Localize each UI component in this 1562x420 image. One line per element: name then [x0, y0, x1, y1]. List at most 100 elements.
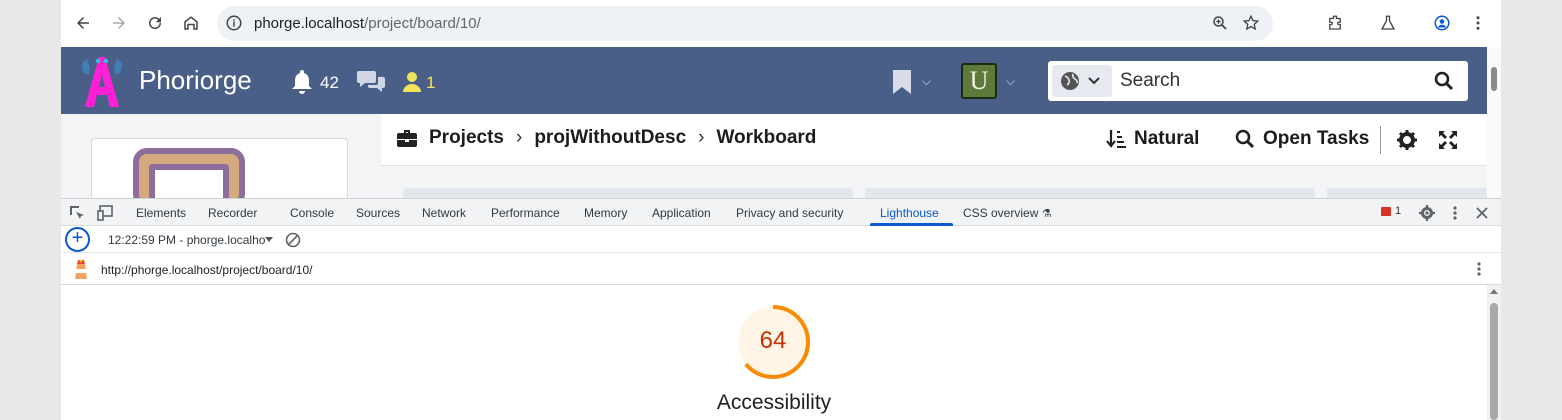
tab-memory[interactable]: Memory: [584, 206, 627, 220]
app-header: Phoriorge 42 1 ⌵ U ⌵ Search: [61, 47, 1487, 114]
page-body: Projects › projWithoutDesc › Workboard N…: [61, 114, 1487, 208]
score-value: 64: [759, 327, 787, 354]
page-scrollbar[interactable]: [1487, 47, 1501, 198]
home-button[interactable]: [177, 8, 205, 38]
crumb-bar: Projects › projWithoutDesc › Workboard N…: [381, 114, 1487, 166]
profile-icon: [1434, 15, 1450, 31]
url-text[interactable]: phorge.localhost/project/board/10/: [254, 15, 481, 32]
back-arrow-icon: [77, 17, 89, 29]
scrollbar-thumb[interactable]: [1490, 303, 1498, 420]
close-icon[interactable]: [1474, 205, 1490, 221]
chevron-down-icon: ⌵: [1006, 74, 1016, 88]
globe-icon: [1061, 72, 1079, 90]
lighthouse-controls: + 12:22:59 PM - phorge.localho: [61, 226, 1501, 253]
labs-button[interactable]: [1374, 8, 1402, 38]
forward-arrow-icon: [113, 17, 125, 29]
divider: [1380, 126, 1381, 154]
breadcrumb-project[interactable]: projWithoutDesc: [534, 127, 686, 149]
lighthouse-logo-icon: [75, 259, 87, 279]
kebab-menu-icon[interactable]: [1471, 261, 1487, 277]
filter-label: Open Tasks: [1263, 128, 1370, 149]
chevron-down-icon: [1088, 77, 1100, 85]
clear-icon[interactable]: [285, 232, 301, 248]
tab-application[interactable]: Application: [652, 206, 711, 220]
category-title: Accessibility: [716, 391, 832, 414]
filter-button[interactable]: Open Tasks: [1235, 128, 1369, 150]
bookmark-star-icon[interactable]: [1242, 14, 1260, 32]
expand-icon[interactable]: [1438, 130, 1458, 150]
tab-network[interactable]: Network: [422, 206, 466, 220]
url-path: /project/board/10/: [364, 15, 481, 32]
url-host: phorge.localhost: [254, 15, 365, 32]
gear-icon[interactable]: [1397, 130, 1417, 150]
scrollbar-thumb[interactable]: [1491, 67, 1497, 91]
issues-badge[interactable]: 1: [1381, 205, 1401, 217]
search-scope-button[interactable]: [1052, 65, 1112, 97]
puzzle-icon: [1329, 15, 1341, 30]
report-scrollbar[interactable]: [1487, 285, 1501, 420]
back-button[interactable]: [69, 8, 97, 38]
forward-button[interactable]: [105, 8, 133, 38]
browser-menu-button[interactable]: [1464, 8, 1492, 38]
inspect-element-icon[interactable]: [69, 205, 85, 221]
kebab-menu-icon: [1476, 16, 1480, 30]
reload-button[interactable]: [141, 8, 169, 38]
search-icon[interactable]: [1434, 71, 1454, 91]
site-info-icon[interactable]: [225, 14, 243, 32]
app-brand[interactable]: Phoriorge: [139, 65, 252, 96]
tab-lighthouse[interactable]: Lighthouse: [880, 206, 939, 220]
bookmarks-menu[interactable]: [891, 69, 913, 100]
chevron-right-icon: ›: [698, 127, 705, 148]
sort-icon: [1106, 130, 1126, 148]
breadcrumb-workboard[interactable]: Workboard: [716, 127, 816, 149]
breadcrumb-projects[interactable]: Projects: [429, 127, 504, 149]
breadcrumb: Projects › projWithoutDesc › Workboard: [397, 127, 816, 149]
tab-privacy-security[interactable]: Privacy and security: [736, 206, 843, 220]
issues-count: 1: [1395, 205, 1402, 217]
browser-toolbar: phorge.localhost/project/board/10/: [61, 0, 1501, 47]
browser-window: phorge.localhost/project/board/10/ Phori…: [61, 0, 1501, 420]
user-icon[interactable]: [402, 71, 422, 93]
user-avatar[interactable]: U: [961, 63, 997, 99]
experiment-flask-icon: ⚗: [1041, 208, 1052, 220]
lighthouse-report: 64 Accessibility: [61, 285, 1487, 420]
scroll-up-arrow-icon[interactable]: [1490, 289, 1498, 294]
tab-console[interactable]: Console: [290, 206, 334, 220]
tab-sources[interactable]: Sources: [356, 206, 400, 220]
tab-recorder[interactable]: Recorder: [208, 206, 257, 220]
tab-css-overview[interactable]: CSS overview ⚗: [963, 206, 1052, 220]
user-badge-count[interactable]: 1: [426, 73, 435, 93]
flask-icon: [1380, 15, 1396, 30]
bell-icon[interactable]: [290, 68, 314, 94]
home-icon: [184, 16, 198, 30]
briefcase-icon: [397, 130, 417, 147]
report-url-bar: http://phorge.localhost/project/board/10…: [61, 253, 1501, 285]
search-placeholder[interactable]: Search: [1120, 70, 1180, 92]
chevron-right-icon: ›: [515, 127, 523, 148]
tab-performance[interactable]: Performance: [491, 206, 560, 220]
device-toolbar-icon[interactable]: [97, 205, 115, 221]
address-bar[interactable]: phorge.localhost/project/board/10/: [217, 6, 1273, 41]
sort-label: Natural: [1134, 128, 1200, 149]
dropdown-caret-icon: [265, 237, 273, 242]
report-selector[interactable]: 12:22:59 PM - phorge.localho: [108, 233, 265, 247]
zoom-icon[interactable]: [1211, 14, 1229, 32]
search-icon: [1235, 129, 1255, 149]
profile-button[interactable]: [1428, 8, 1456, 38]
chat-bubbles-icon[interactable]: [356, 69, 386, 93]
kebab-menu-icon[interactable]: [1447, 205, 1463, 221]
workboard-column-header: [403, 188, 853, 198]
workboard-column-header: [1327, 188, 1487, 198]
new-report-button[interactable]: +: [65, 227, 90, 252]
bookmark-icon: [893, 70, 911, 94]
workboard-column-header: [865, 188, 1315, 198]
sort-button[interactable]: Natural: [1106, 128, 1199, 150]
tab-css-overview-label: CSS overview: [963, 206, 1039, 220]
notification-count[interactable]: 42: [320, 73, 339, 93]
settings-gear-icon[interactable]: [1419, 205, 1435, 221]
report-url[interactable]: http://phorge.localhost/project/board/10…: [101, 263, 312, 277]
phorge-logo[interactable]: [79, 53, 125, 109]
tab-elements[interactable]: Elements: [136, 206, 186, 220]
search-field[interactable]: Search: [1048, 61, 1468, 101]
extensions-button[interactable]: [1321, 8, 1349, 38]
